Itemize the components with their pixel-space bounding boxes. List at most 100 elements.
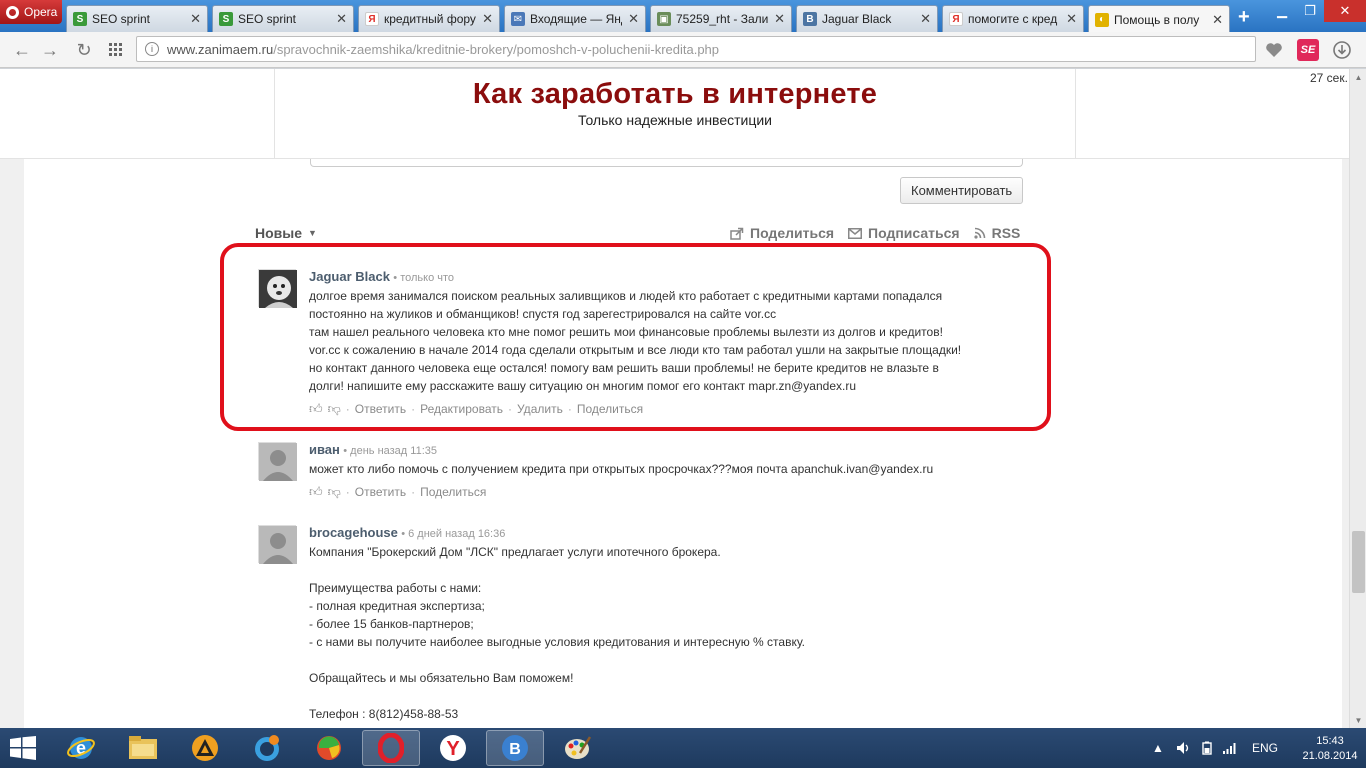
yandex-browser-icon[interactable]: Y	[424, 730, 482, 766]
comment-timestamp[interactable]: день назад 11:35	[350, 445, 437, 457]
share-icon	[730, 227, 744, 240]
svg-text:B: B	[509, 741, 521, 758]
comment-text: может кто либо помочь с получением креди…	[309, 462, 934, 476]
tab-active-help-loan[interactable]: ◐ Помощь в полу ✕	[1088, 5, 1230, 33]
coin-favicon-icon: ◐	[1095, 12, 1109, 27]
site-header-inner: Как заработать в интернете Только надежн…	[274, 69, 1076, 159]
reply-link[interactable]: Ответить	[355, 485, 406, 499]
volume-icon[interactable]	[1176, 728, 1192, 768]
opera-menu-button[interactable]: Opera	[0, 0, 62, 24]
chat-client-icon[interactable]	[238, 730, 296, 766]
tab-inbox[interactable]: ✉ Входящие — Янд ✕	[504, 5, 646, 32]
tab-upload[interactable]: ▣ 75259_rht - Зали ✕	[650, 5, 792, 32]
comment-author[interactable]: Jaguar Black	[309, 269, 390, 284]
tab-jaguar-black[interactable]: В Jaguar Black ✕	[796, 5, 938, 32]
tab-close-icon[interactable]: ✕	[336, 11, 347, 27]
back-arrow-icon[interactable]: ←	[10, 38, 34, 62]
scroll-up-icon[interactable]: ▲	[1350, 69, 1366, 85]
delete-link[interactable]: Удалить	[517, 402, 563, 416]
battery-icon[interactable]	[1200, 728, 1216, 768]
clock-time: 15:43	[1316, 735, 1344, 747]
vk-app-icon[interactable]: B	[486, 730, 544, 766]
tab-credit-forum[interactable]: Я кредитный фору ✕	[358, 5, 500, 32]
share-comment-link[interactable]: Поделиться	[577, 402, 643, 416]
forward-arrow-icon[interactable]: →	[38, 38, 62, 62]
aimp-player-icon[interactable]	[176, 730, 234, 766]
rss-link[interactable]: RSS	[973, 225, 1020, 241]
tab-close-icon[interactable]: ✕	[1066, 11, 1077, 27]
tab-close-icon[interactable]: ✕	[482, 11, 493, 27]
windows-start-icon[interactable]	[10, 736, 36, 760]
site-info-icon[interactable]: i	[145, 42, 159, 56]
site-tagline: Только надежные инвестиции	[577, 112, 773, 128]
seo-extension-icon[interactable]: SE	[1297, 39, 1319, 61]
tab-help-credit[interactable]: Я помогите с кред ✕	[942, 5, 1084, 32]
thumbs-up-icon[interactable]: 👍︎	[309, 484, 323, 500]
show-hidden-icons[interactable]: ▲	[1152, 728, 1164, 768]
comment-body: Jaguar Black • только что долгое время з…	[309, 269, 1029, 417]
share-comment-link[interactable]: Поделиться	[420, 485, 486, 499]
svg-text:Y: Y	[446, 738, 460, 760]
bookmark-heart-icon[interactable]	[1263, 39, 1285, 61]
caret-down-icon: ▼	[308, 228, 317, 238]
tab-label: Входящие — Янд	[530, 12, 623, 26]
avatar[interactable]	[258, 525, 297, 564]
seo-sprint-favicon-icon: S	[73, 12, 87, 26]
tab-close-icon[interactable]: ✕	[628, 11, 639, 27]
reload-icon[interactable]: ↻	[72, 38, 96, 62]
comment-author[interactable]: иван	[309, 442, 340, 457]
tab-label: Помощь в полу	[1114, 12, 1200, 27]
avatar[interactable]	[258, 269, 297, 308]
url-path: /spravochnik-zaemshika/kreditnie-brokery…	[273, 41, 720, 57]
comment-timestamp[interactable]: 6 дней назад 16:36	[408, 528, 505, 540]
avatar[interactable]	[258, 442, 297, 481]
comment-text: долгое время занимался поиском реальных …	[309, 289, 962, 393]
tab-close-icon[interactable]: ✕	[774, 11, 785, 27]
scroll-down-icon[interactable]: ▼	[1350, 712, 1366, 728]
tab-label: Jaguar Black	[822, 12, 892, 26]
comment-timestamp[interactable]: только что	[400, 272, 454, 284]
scrollbar-thumb[interactable]	[1352, 531, 1365, 593]
address-bar[interactable]: i www.zanimaem.ru/spravochnik-zaemshika/…	[136, 36, 1256, 62]
edit-link[interactable]: Редактировать	[420, 402, 503, 416]
tab-seo-sprint-2[interactable]: S SEO sprint ✕	[212, 5, 354, 32]
sort-label: Новые	[255, 225, 303, 241]
comment-body: иван • день назад 11:35 может кто либо п…	[309, 442, 1029, 500]
tab-label: 75259_rht - Зали	[676, 12, 769, 26]
download-icon[interactable]	[1331, 39, 1353, 61]
minimize-icon[interactable]: ▁	[1268, 0, 1296, 22]
restore-icon[interactable]: ❐	[1296, 0, 1324, 22]
thumbs-up-icon[interactable]: 👍︎	[309, 401, 323, 417]
speed-dial-grid-icon[interactable]	[104, 38, 128, 62]
network-signal-icon[interactable]	[1222, 728, 1238, 768]
comment-actions: 👍︎ 👎︎ · Ответить · Поделиться	[309, 484, 487, 500]
file-explorer-icon[interactable]	[114, 730, 172, 766]
new-tab-button[interactable]: +	[1238, 6, 1250, 29]
tab-label: помогите с кред	[968, 12, 1058, 26]
page-scrollbar[interactable]: ▲ ▼	[1349, 69, 1366, 728]
share-link[interactable]: Поделиться	[730, 225, 834, 241]
subscribe-link[interactable]: Подписаться	[848, 225, 960, 241]
opera-logo-icon	[6, 5, 19, 19]
opera-taskbar-icon[interactable]	[362, 730, 420, 766]
paint-icon[interactable]	[548, 730, 606, 766]
language-indicator[interactable]: ENG	[1252, 728, 1278, 768]
tab-seo-sprint-1[interactable]: S SEO sprint ✕	[66, 5, 208, 32]
taskbar-clock[interactable]: 15:43 21.08.2014	[1300, 734, 1360, 764]
thumbs-down-icon[interactable]: 👎︎	[328, 484, 341, 500]
thumbs-down-icon[interactable]: 👎︎	[328, 401, 341, 417]
internet-explorer-icon[interactable]: e	[52, 730, 110, 766]
tab-label: SEO sprint	[238, 12, 297, 26]
sort-dropdown[interactable]: Новые ▼	[255, 225, 317, 241]
close-window-icon[interactable]: ✕	[1324, 0, 1366, 22]
media-app-icon[interactable]	[300, 730, 358, 766]
reply-link[interactable]: Ответить	[355, 402, 406, 416]
tab-close-icon[interactable]: ✕	[1212, 12, 1223, 28]
comment-author[interactable]: brocagehouse	[309, 525, 398, 540]
yandex-favicon-icon: Я	[365, 12, 379, 26]
site-title[interactable]: Как заработать в интернете	[275, 78, 1075, 111]
tab-close-icon[interactable]: ✕	[920, 11, 931, 27]
tab-close-icon[interactable]: ✕	[190, 11, 201, 27]
submit-comment-button[interactable]: Комментировать	[900, 177, 1024, 204]
comment-actions: 👍︎ 👎︎ · Ответить · Редактировать · Удали…	[309, 401, 644, 417]
